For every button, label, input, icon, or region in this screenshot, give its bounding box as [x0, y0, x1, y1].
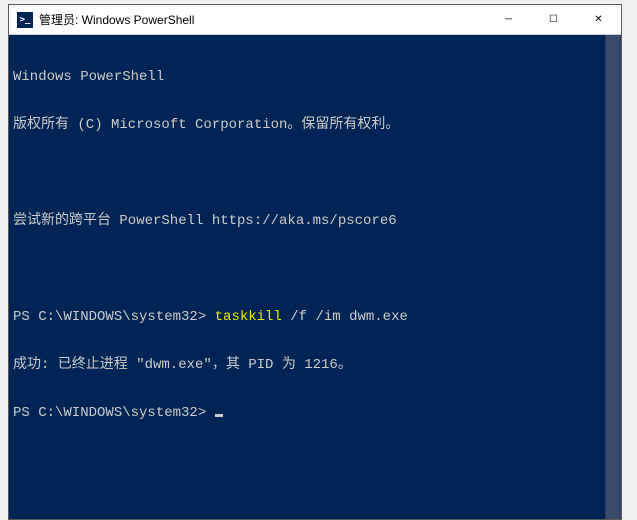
- terminal-line: 尝试新的跨平台 PowerShell https://aka.ms/pscore…: [13, 213, 617, 229]
- window-title: 管理员: Windows PowerShell: [39, 11, 486, 28]
- terminal-line: 成功: 已终止进程 "dwm.exe"，其 PID 为 1216。: [13, 357, 617, 373]
- command-name: taskkill: [215, 309, 282, 325]
- terminal-blank: [13, 165, 617, 181]
- terminal-line: 版权所有 (C) Microsoft Corporation。保留所有权利。: [13, 117, 617, 133]
- window-controls: ─ ☐ ✕: [486, 5, 621, 34]
- prompt-text: PS C:\WINDOWS\system32>: [13, 405, 215, 421]
- minimize-button[interactable]: ─: [486, 5, 531, 34]
- scrollbar-thumb[interactable]: [606, 35, 620, 519]
- terminal-area[interactable]: Windows PowerShell 版权所有 (C) Microsoft Co…: [9, 35, 621, 519]
- terminal-command-line: PS C:\WINDOWS\system32> taskkill /f /im …: [13, 309, 617, 325]
- maximize-button[interactable]: ☐: [531, 5, 576, 34]
- prompt-text: PS C:\WINDOWS\system32>: [13, 309, 215, 325]
- close-button[interactable]: ✕: [576, 5, 621, 34]
- cursor-icon: [215, 414, 223, 417]
- powershell-window: >_ 管理员: Windows PowerShell ─ ☐ ✕ Windows…: [8, 4, 622, 520]
- terminal-prompt-line: PS C:\WINDOWS\system32>: [13, 405, 617, 421]
- terminal-line: Windows PowerShell: [13, 69, 617, 85]
- titlebar[interactable]: >_ 管理员: Windows PowerShell ─ ☐ ✕: [9, 5, 621, 35]
- terminal-blank: [13, 261, 617, 277]
- powershell-icon: >_: [17, 12, 33, 28]
- vertical-scrollbar[interactable]: [605, 35, 621, 519]
- command-args: /f /im dwm.exe: [282, 309, 408, 325]
